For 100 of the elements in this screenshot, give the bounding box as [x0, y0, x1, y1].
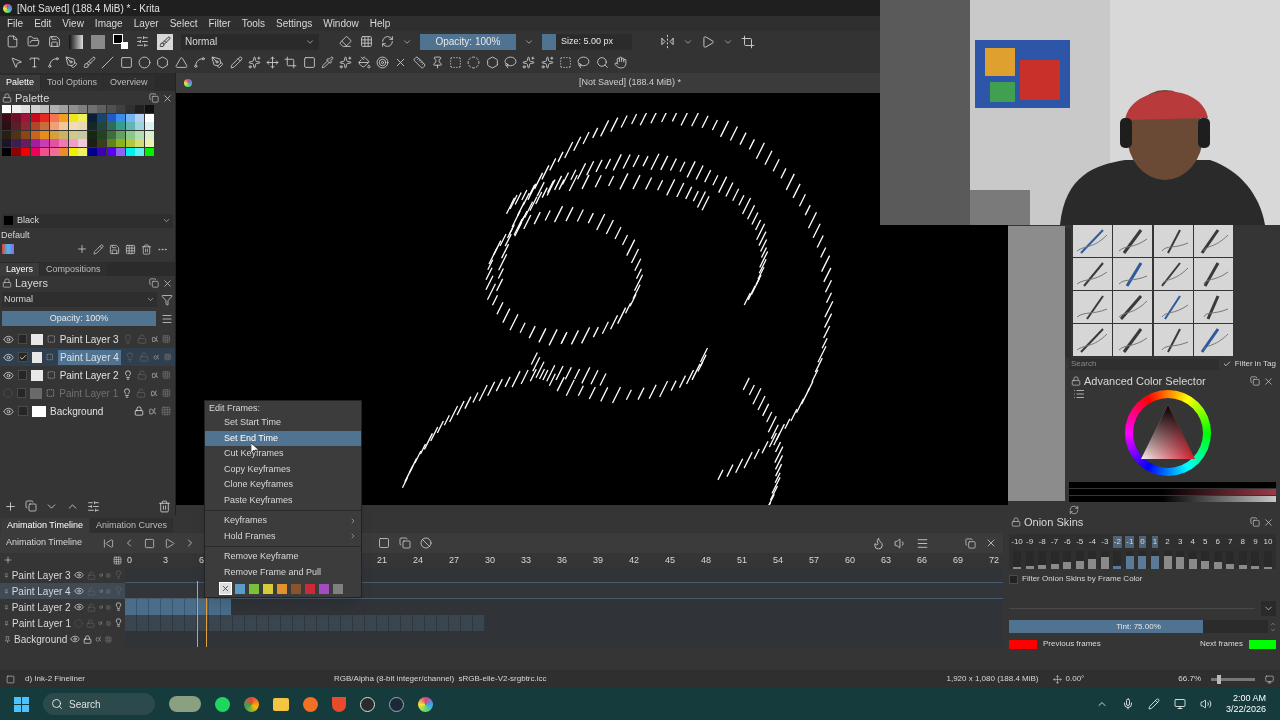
canvas-title: [Not Saved] (188.4 MiB) *: [579, 76, 682, 90]
filter-label: Filter Onion Skins by Frame Color: [1022, 573, 1143, 585]
onion-frame-toggle[interactable]: 5: [1201, 536, 1209, 548]
docker-tab[interactable]: Animation Timeline: [1, 518, 90, 533]
menu-item[interactable]: Settings: [276, 16, 313, 31]
timeline-layer[interactable]: Paint Layer 3: [0, 567, 125, 583]
search-field[interactable]: Search: [69, 696, 139, 712]
menu-item[interactable]: Tools: [241, 16, 266, 31]
menu-item[interactable]: Edit: [34, 16, 52, 31]
docker-tab[interactable]: Overview: [104, 75, 154, 91]
frame-number: 6: [199, 554, 204, 567]
frame-number: 45: [665, 554, 675, 567]
onion-frame-toggle[interactable]: -5: [1075, 536, 1085, 548]
menu-item[interactable]: Paste Keyframes: [205, 492, 361, 508]
onion-frame-toggle[interactable]: 9: [1252, 536, 1259, 548]
opacity-slider[interactable]: Opacity: 100%: [2, 311, 156, 326]
menu-item[interactable]: Hold Frames: [205, 528, 361, 544]
docker-tab[interactable]: Layers: [0, 263, 39, 276]
color-dropdown[interactable]: Black: [2, 213, 173, 228]
brush-name: d) Ink-2 Fineliner: [25, 673, 87, 685]
layer-row[interactable]: Paint Layer 2: [0, 366, 175, 384]
frame-number: 69: [953, 554, 963, 567]
docker-tab[interactable]: Tool Options: [41, 75, 104, 91]
menu-item[interactable]: Clone Keyframes: [205, 477, 361, 493]
size-slider[interactable]: Size: 5.00 px: [542, 33, 632, 50]
frame-number: 48: [701, 554, 711, 567]
docker-tab[interactable]: Animation Curves: [90, 518, 174, 533]
onion-frame-toggle[interactable]: 8: [1239, 536, 1247, 548]
menu-item[interactable]: Filter: [208, 16, 231, 31]
menu-item[interactable]: View: [62, 16, 84, 31]
taskbar-search-bar[interactable]: Search: [43, 693, 155, 715]
onion-frame-toggle[interactable]: -3: [1100, 536, 1110, 548]
docker-title: Advanced Color Selector: [1084, 373, 1207, 389]
menu-item[interactable]: Layer: [133, 16, 159, 31]
layer-name: Paint Layer 3: [11, 568, 71, 583]
frame-number: 54: [773, 554, 783, 567]
docker-tab[interactable]: Palette: [0, 75, 41, 91]
onion-frame-toggle[interactable]: -6: [1062, 536, 1072, 548]
frame-number: 51: [737, 554, 747, 567]
zoom-value: 66.7%: [1178, 673, 1201, 685]
frame-number: 57: [809, 554, 819, 567]
frame-number: 42: [629, 554, 639, 567]
timeline-layer[interactable]: Paint Layer 2: [0, 599, 125, 615]
menu-item[interactable]: Remove Keyframe: [205, 549, 361, 565]
onion-frame-toggle[interactable]: 10: [1262, 536, 1274, 548]
menu-item[interactable]: Remove Frame and Pull: [205, 564, 361, 580]
menu-item[interactable]: Image: [94, 16, 123, 31]
onion-frame-toggle[interactable]: 1: [1151, 536, 1159, 548]
menu-item[interactable]: File: [7, 16, 24, 31]
onion-frame-toggle[interactable]: -2: [1112, 536, 1122, 548]
onion-frame-toggle[interactable]: 4: [1189, 536, 1196, 548]
layer-row[interactable]: Background: [0, 402, 175, 420]
layer-name: Paint Layer 4: [11, 584, 71, 599]
menu-item[interactable]: Set End Time: [205, 430, 361, 446]
menu-item[interactable]: Copy Keyframes: [205, 461, 361, 477]
opacity-slider[interactable]: Opacity: 100%: [420, 33, 516, 50]
layer-name: Paint Layer 4: [57, 349, 121, 365]
menu-item[interactable]: Window: [323, 16, 359, 31]
window-title: [Not Saved] (188.4 MiB) * - Krita: [17, 1, 160, 16]
frame-number: 24: [413, 554, 423, 567]
frame-number: 60: [845, 554, 855, 567]
layer-name: Paint Layer 1: [12, 616, 71, 631]
next-frames-label: Next frames: [1199, 638, 1243, 650]
search-field[interactable]: Search: [1069, 358, 1219, 370]
menu-item[interactable]: Set Start Time: [205, 415, 361, 431]
layer-name: Paint Layer 2: [59, 368, 119, 383]
layer-name: Paint Layer 3: [59, 332, 119, 347]
frame-number: 21: [377, 554, 387, 567]
onion-frame-toggle[interactable]: -10: [1010, 536, 1024, 548]
docker-tab[interactable]: Compositions: [40, 263, 107, 276]
menu-item[interactable]: Keyframes: [205, 513, 361, 529]
onion-frame-toggle[interactable]: 2: [1164, 536, 1171, 548]
frame-number: 33: [521, 554, 531, 567]
frame-number: 30: [485, 554, 495, 567]
onion-frame-toggle[interactable]: 7: [1227, 536, 1234, 548]
tint-slider[interactable]: Tint: 75.00%: [1009, 620, 1268, 633]
blend-mode-dropdown[interactable]: Normal: [2, 292, 157, 307]
layer-name: Background: [50, 404, 105, 419]
onion-frame-toggle[interactable]: -8: [1037, 536, 1047, 548]
timeline-layer[interactable]: Background: [0, 631, 125, 647]
layer-row[interactable]: Paint Layer 3: [0, 330, 175, 348]
menu-item[interactable]: Help: [369, 16, 391, 31]
timeline-layer[interactable]: Paint Layer 4: [0, 583, 125, 599]
menu-item[interactable]: Select: [169, 16, 198, 31]
onion-frame-toggle[interactable]: 3: [1176, 536, 1184, 548]
onion-frame-toggle[interactable]: -9: [1025, 536, 1035, 548]
frame-number: 63: [881, 554, 891, 567]
onion-frame-toggle[interactable]: -7: [1050, 536, 1060, 548]
blend-mode-dropdown[interactable]: Normal: [181, 33, 319, 50]
onion-frame-toggle[interactable]: -1: [1125, 536, 1135, 548]
filter-label: Filter in Tag: [1234, 358, 1276, 370]
menu-item[interactable]: Cut Keyframes: [205, 446, 361, 462]
onion-frame-toggle[interactable]: -4: [1087, 536, 1097, 548]
frame-number: 66: [917, 554, 927, 567]
onion-frame-toggle[interactable]: 0: [1139, 536, 1146, 548]
timeline-layer[interactable]: Paint Layer 1: [0, 615, 125, 631]
layer-row[interactable]: Paint Layer 4: [0, 348, 175, 366]
layer-name: Paint Layer 1: [59, 386, 119, 401]
frame-number: 3: [163, 554, 168, 567]
onion-frame-toggle[interactable]: 6: [1214, 536, 1221, 548]
